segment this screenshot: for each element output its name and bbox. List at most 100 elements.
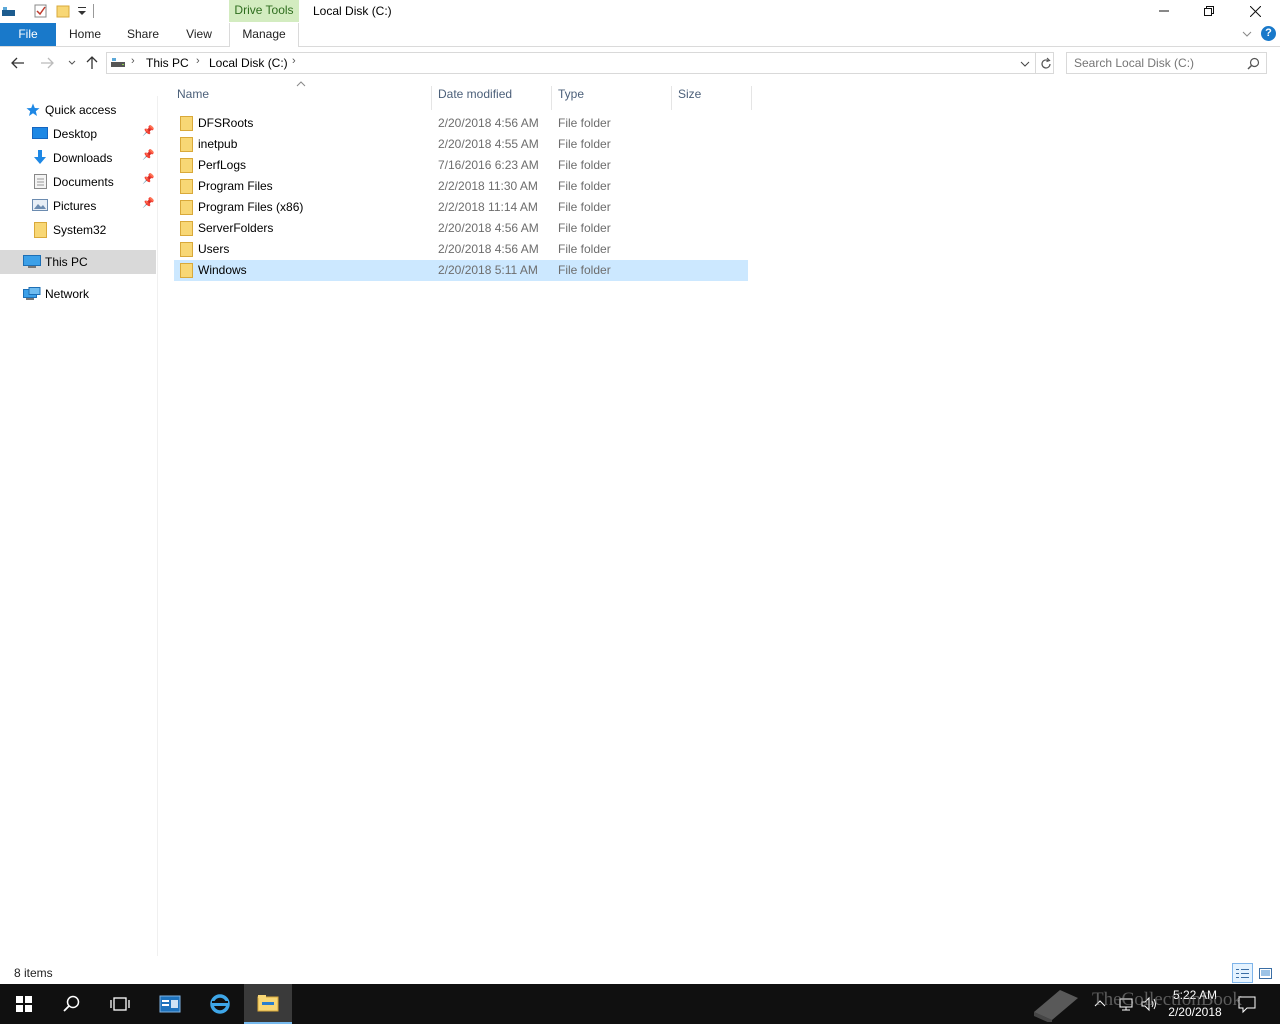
folder-icon [180, 200, 193, 215]
minimize-icon [1159, 10, 1169, 12]
new-folder-icon[interactable] [56, 4, 70, 18]
address-dropdown-button[interactable] [1017, 56, 1033, 72]
start-button[interactable] [0, 984, 48, 1024]
close-button[interactable] [1232, 0, 1278, 22]
breadcrumb-separator[interactable]: › [196, 55, 200, 67]
minimize-button[interactable] [1141, 0, 1187, 22]
forward-button[interactable] [37, 52, 57, 74]
file-date: 2/20/2018 4:56 AM [438, 221, 539, 235]
breadcrumb-separator[interactable]: › [292, 55, 296, 67]
tab-manage[interactable]: Manage [229, 23, 299, 47]
documents-icon [34, 174, 47, 189]
tab-file[interactable]: File [0, 23, 56, 46]
file-row-serverfolders[interactable]: ServerFolders 2/20/2018 4:56 AM File fol… [174, 218, 748, 239]
restore-button[interactable] [1186, 0, 1232, 22]
nav-item-desktop[interactable]: Desktop 📌 [0, 122, 156, 146]
nav-label: Network [45, 287, 90, 301]
search-input[interactable] [1067, 53, 1237, 73]
file-type: File folder [558, 179, 611, 193]
column-header-size[interactable]: Size [672, 86, 752, 110]
details-view-button[interactable] [1232, 963, 1253, 983]
file-row-program-files[interactable]: Program Files 2/2/2018 11:30 AM File fol… [174, 176, 748, 197]
folder-icon [180, 179, 193, 194]
internet-explorer-button[interactable] [196, 984, 244, 1024]
notifications-icon [1238, 996, 1256, 1014]
pin-icon[interactable]: 📌 [142, 150, 154, 161]
nav-item-network[interactable]: Network [0, 282, 156, 306]
file-date: 7/16/2016 6:23 AM [438, 158, 539, 172]
nav-item-downloads[interactable]: Downloads 📌 [0, 146, 156, 170]
nav-item-documents[interactable]: Documents 📌 [0, 170, 156, 194]
file-date: 2/20/2018 4:55 AM [438, 137, 539, 151]
file-row-users[interactable]: Users 2/20/2018 4:56 AM File folder [174, 239, 748, 260]
pin-icon[interactable]: 📌 [142, 174, 154, 185]
up-button[interactable] [82, 52, 102, 74]
refresh-button[interactable] [1038, 56, 1054, 72]
folder-icon [180, 263, 193, 278]
tab-share[interactable]: Share [122, 23, 164, 46]
folder-icon [180, 242, 193, 257]
show-hidden-icons-button[interactable] [1093, 996, 1107, 1012]
chevron-down-icon [1020, 61, 1030, 67]
file-row-windows[interactable]: Windows 2/20/2018 5:11 AM File folder [174, 260, 748, 281]
tab-view[interactable]: View [180, 23, 218, 46]
file-date: 2/2/2018 11:30 AM [438, 179, 538, 193]
clock-date[interactable]: 2/20/2018 [1165, 1005, 1225, 1019]
window-title: Local Disk (C:) [313, 4, 392, 18]
nav-label: Pictures [53, 199, 97, 213]
file-row-inetpub[interactable]: inetpub 2/20/2018 4:55 AM File folder [174, 134, 748, 155]
expand-ribbon-button[interactable] [1240, 27, 1254, 41]
file-explorer-button[interactable] [244, 984, 292, 1024]
drive-icon [111, 58, 125, 67]
navigation-pane: Quick access Desktop 📌 Downloads 📌 Docum… [0, 96, 158, 956]
action-center-button[interactable] [1237, 994, 1257, 1014]
file-name: Users [198, 242, 230, 256]
properties-icon[interactable] [34, 4, 48, 18]
back-button[interactable] [8, 52, 28, 74]
chevron-up-icon [1094, 1000, 1106, 1007]
file-row-perflogs[interactable]: PerfLogs 7/16/2016 6:23 AM File folder [174, 155, 748, 176]
file-date: 2/20/2018 4:56 AM [438, 116, 539, 130]
column-header-date-modified[interactable]: Date modified [432, 86, 552, 110]
search-box[interactable] [1066, 52, 1267, 74]
customize-qat-icon[interactable] [75, 4, 89, 18]
file-explorer-icon [257, 995, 279, 1012]
pictures-icon [32, 199, 48, 211]
file-row-dfsroots[interactable]: DFSRoots 2/20/2018 4:56 AM File folder [174, 113, 748, 134]
breadcrumb-local-disk[interactable]: Local Disk (C:) [209, 56, 288, 70]
task-view-button[interactable] [96, 984, 144, 1024]
address-bar[interactable]: › This PC › Local Disk (C:) › [106, 52, 1054, 74]
star-icon [26, 103, 40, 116]
clock-time[interactable]: 5:22 AM [1165, 988, 1225, 1002]
nav-item-pictures[interactable]: Pictures 📌 [0, 194, 156, 218]
pin-icon[interactable]: 📌 [142, 198, 154, 209]
network-tray-icon [1119, 998, 1133, 1011]
search-icon[interactable] [1247, 57, 1260, 70]
back-arrow-icon [11, 57, 24, 69]
nav-label: Documents [53, 175, 114, 189]
column-header-name[interactable]: Name [171, 86, 432, 110]
nav-item-this-pc[interactable]: This PC [0, 250, 156, 274]
folder-icon [180, 116, 193, 131]
large-icons-view-button[interactable] [1255, 963, 1276, 983]
taskbar: 5:22 AM 2/20/2018 [0, 984, 1280, 1024]
file-type: File folder [558, 200, 611, 214]
item-count: 8 items [14, 966, 53, 980]
nav-quick-access[interactable]: Quick access [0, 98, 156, 122]
recent-locations-button[interactable] [62, 52, 82, 74]
breadcrumb-this-pc[interactable]: This PC [146, 56, 189, 70]
tab-home[interactable]: Home [63, 23, 107, 46]
network-tray-button[interactable] [1118, 996, 1134, 1012]
file-row-program-files-x86[interactable]: Program Files (x86) 2/2/2018 11:14 AM Fi… [174, 197, 748, 218]
search-button[interactable] [48, 984, 96, 1024]
help-icon[interactable]: ? [1261, 26, 1276, 41]
restore-icon [1204, 6, 1214, 16]
pin-icon[interactable]: 📌 [142, 126, 154, 137]
file-name: Program Files (x86) [198, 200, 304, 214]
explorer-app-icon[interactable] [2, 4, 16, 18]
breadcrumb-separator[interactable]: › [131, 55, 135, 67]
column-header-type[interactable]: Type [552, 86, 672, 110]
nav-item-system32[interactable]: System32 [0, 218, 156, 242]
server-manager-button[interactable] [146, 984, 194, 1024]
volume-button[interactable] [1141, 996, 1159, 1012]
